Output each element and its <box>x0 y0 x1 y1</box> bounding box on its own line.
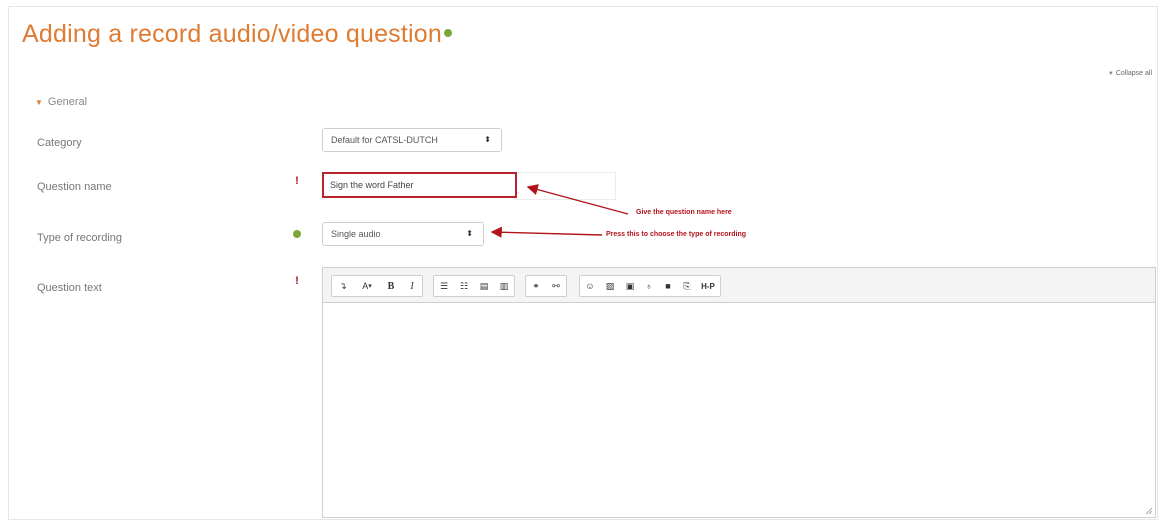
media-icon[interactable]: ▣ <box>620 276 640 296</box>
question-text-label: Question text <box>37 282 102 294</box>
show-more-buttons-icon[interactable]: ↴ <box>332 276 354 296</box>
question-text-editor[interactable]: ↴ A ▾ B I ☰ ☷ ▤ ▥ ⚭ ⚯ ☺ ▨ ▣ ♁ ■ ⎘ H-P <box>322 267 1156 518</box>
toolbar-group-media: ☺ ▨ ▣ ♁ ■ ⎘ H-P <box>579 275 721 297</box>
toolbar-group-style: ↴ A ▾ B I <box>331 275 423 297</box>
indent-icon[interactable]: ▥ <box>494 276 514 296</box>
question-text-area[interactable] <box>323 303 1155 517</box>
h5p-icon[interactable]: H-P <box>696 276 720 296</box>
text-format-button[interactable]: A ▾ <box>354 276 380 296</box>
manage-files-icon[interactable]: ⎘ <box>678 276 696 296</box>
outdent-icon[interactable]: ▤ <box>474 276 494 296</box>
toolbar-group-lists: ☰ ☷ ▤ ▥ <box>433 275 515 297</box>
resize-handle-icon[interactable] <box>1145 507 1153 515</box>
bold-button[interactable]: B <box>380 276 402 296</box>
annotation-recording-type: Press this to choose the type of recordi… <box>606 231 747 238</box>
link-icon[interactable]: ⚭ <box>526 276 546 296</box>
unlink-icon[interactable]: ⚯ <box>546 276 566 296</box>
emoji-icon[interactable]: ☺ <box>580 276 600 296</box>
required-icon: ! <box>295 275 299 287</box>
ordered-list-icon[interactable]: ☷ <box>454 276 474 296</box>
italic-button[interactable]: I <box>402 276 422 296</box>
annotation-arrow-recording-type <box>490 226 603 238</box>
unordered-list-icon[interactable]: ☰ <box>434 276 454 296</box>
microphone-icon[interactable]: ♁ <box>640 276 658 296</box>
annotation-question-name: Give the question name here <box>636 209 732 216</box>
toolbar-group-links: ⚭ ⚯ <box>525 275 567 297</box>
editor-toolbar: ↴ A ▾ B I ☰ ☷ ▤ ▥ ⚭ ⚯ ☺ ▨ ▣ ♁ ■ ⎘ H-P <box>323 268 1155 303</box>
image-icon[interactable]: ▨ <box>600 276 620 296</box>
video-camera-icon[interactable]: ■ <box>658 276 678 296</box>
annotation-arrow-question-name <box>526 184 629 215</box>
